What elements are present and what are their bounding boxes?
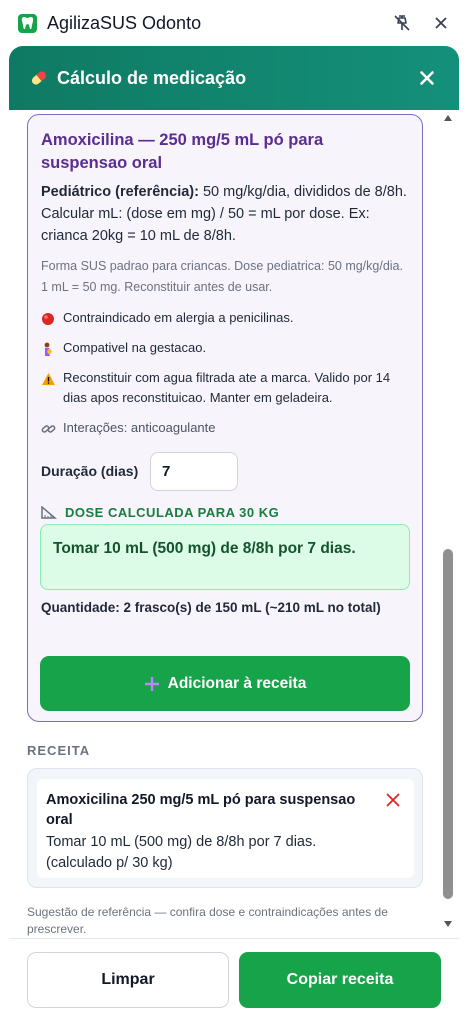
prescription-item-title: Amoxicilina 250 mg/5 mL pó para suspensa…	[46, 792, 356, 828]
app-title: AgilizaSUS Odonto	[47, 12, 202, 33]
modal-header: Cálculo de medicação	[9, 46, 459, 110]
action-bar: Limpar Copiar receita	[9, 938, 459, 1022]
quantity-text: Quantidade: 2 frasco(s) de 150 mL (~210 …	[41, 600, 381, 615]
scrollbar-thumb[interactable]	[443, 549, 453, 899]
medication-name: Amoxicilina — 250 mg/5 mL pó para suspen…	[41, 131, 324, 172]
red-circle-icon	[41, 308, 63, 328]
tooth-icon	[18, 13, 37, 33]
plus-icon	[144, 676, 160, 692]
triangle-ruler-icon	[41, 506, 57, 519]
prescription-item-detail: Tomar 10 mL (500 mg) de 8/8h por 7 dias.…	[46, 834, 317, 871]
dose-heading: DOSE CALCULADA PARA 30 KG	[41, 505, 279, 520]
add-button-label: Adicionar à receita	[167, 674, 307, 692]
warning-pregnancy: Compativel na gestacao.	[41, 338, 411, 358]
modal-close-icon[interactable]	[413, 64, 441, 92]
medication-card: Amoxicilina — 250 mg/5 mL pó para suspen…	[27, 114, 423, 722]
modal-title: Cálculo de medicação	[57, 67, 247, 88]
warning-icon	[41, 368, 63, 408]
link-icon	[41, 418, 63, 438]
copy-prescription-button[interactable]: Copiar receita	[239, 952, 441, 1008]
medication-note: Forma SUS padrao para criancas. Dose ped…	[41, 259, 403, 294]
warning-reconstitution: Reconstituir com agua filtrada ate a mar…	[41, 368, 411, 408]
warning-text: Compativel na gestacao.	[63, 340, 207, 355]
scroll-down-arrow[interactable]	[441, 920, 455, 932]
pregnant-woman-icon	[41, 338, 63, 358]
prescription-item: Amoxicilina 250 mg/5 mL pó para suspensa…	[37, 779, 414, 878]
duration-label: Duração (dias)	[41, 463, 139, 479]
dose-result: Tomar 10 mL (500 mg) de 8/8h por 7 dias.	[40, 524, 410, 590]
warning-text: Reconstituir com agua filtrada ate a mar…	[63, 370, 391, 405]
dose-heading-text: DOSE CALCULADA PARA 30 KG	[65, 505, 280, 520]
modal-scroll-area: Amoxicilina — 250 mg/5 mL pó para suspen…	[9, 110, 459, 938]
warning-text: Contraindicado em alergia a penicilinas.	[63, 310, 294, 325]
pin-off-icon[interactable]	[388, 10, 416, 36]
pediatric-label: Pediátrico (referência):	[41, 184, 199, 200]
window-titlebar: AgilizaSUS Odonto	[0, 0, 467, 46]
pill-icon	[29, 68, 49, 88]
prescription-label: RECEITA	[27, 743, 91, 758]
pediatric-dosage: Pediátrico (referência): 50 mg/kg/dia, d…	[41, 181, 411, 247]
close-icon[interactable]	[427, 10, 455, 36]
warning-allergy: Contraindicado em alergia a penicilinas.	[41, 308, 411, 328]
add-to-prescription-button[interactable]: Adicionar à receita	[40, 656, 410, 711]
clear-button[interactable]: Limpar	[27, 952, 229, 1008]
interactions-row: Interações: anticoagulante	[41, 418, 411, 438]
interactions-text: Interações: anticoagulante	[63, 420, 216, 435]
medication-modal: Cálculo de medicação Amoxicilina — 250 m…	[9, 46, 459, 1022]
reference-disclaimer: Sugestão de referência — confira dose e …	[27, 905, 388, 936]
scroll-up-arrow[interactable]	[441, 114, 455, 126]
prescription-list: Amoxicilina 250 mg/5 mL pó para suspensa…	[27, 768, 423, 888]
remove-item-icon[interactable]	[382, 789, 404, 811]
duration-input[interactable]	[150, 452, 238, 491]
